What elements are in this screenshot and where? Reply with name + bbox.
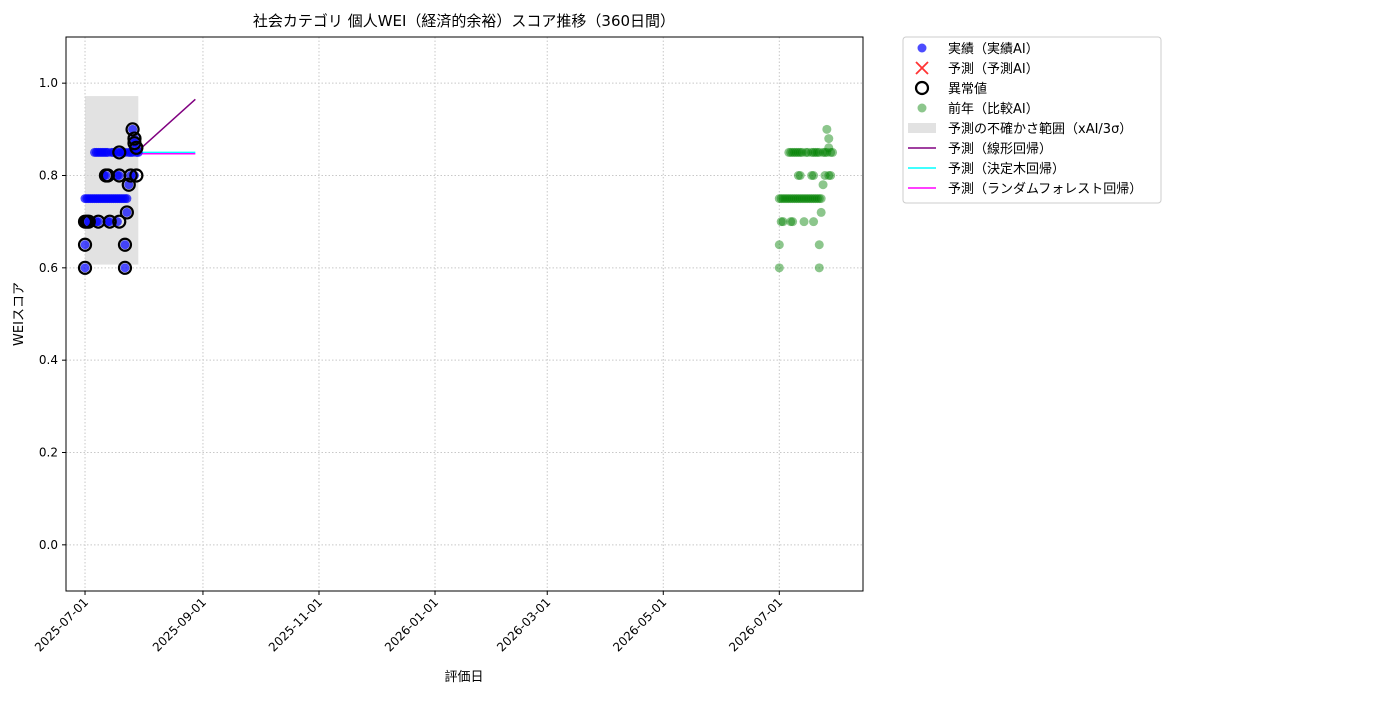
- legend-marker: [917, 103, 927, 113]
- data-point: [809, 217, 819, 227]
- chart-figure: 社会カテゴリ 個人WEI（経済的余裕）スコア推移（360日間） 2025-07-…: [0, 0, 1400, 700]
- chart-title: 社会カテゴリ 個人WEI（経済的余裕）スコア推移（360日間）: [253, 12, 675, 30]
- x-axis-title: 評価日: [444, 670, 483, 685]
- data-point: [795, 171, 805, 180]
- legend-marker: [917, 43, 927, 53]
- data-point: [774, 263, 784, 273]
- data-point: [80, 240, 90, 250]
- data-point: [826, 171, 836, 180]
- y-tick-label: 1.0: [39, 76, 58, 90]
- legend-label: 予測（ランダムフォレスト回帰）: [948, 181, 1142, 197]
- data-point: [824, 143, 834, 153]
- legend-marker: [908, 123, 936, 133]
- data-point: [122, 194, 132, 204]
- legend-label: 実績（実績AI）: [948, 41, 1039, 57]
- chart-svg: 社会カテゴリ 個人WEI（経済的余裕）スコア推移（360日間） 2025-07-…: [0, 0, 1400, 700]
- legend: 実績（実績AI） 予測（予測AI） 異常値前年（比較AI） 予測の不確かさ範囲（xAI…: [902, 36, 1162, 204]
- data-point: [774, 240, 784, 250]
- legend-label: 前年（比較AI）: [948, 101, 1039, 117]
- y-tick-label: 0.8: [39, 169, 58, 183]
- data-point: [818, 180, 828, 190]
- data-point: [816, 194, 826, 204]
- data-point: [816, 207, 826, 217]
- y-tick-label: 0.2: [39, 446, 58, 460]
- data-point: [809, 171, 819, 180]
- data-point: [822, 124, 832, 134]
- legend-label: 予測（決定木回帰）: [948, 161, 1065, 177]
- y-tick-label: 0.0: [39, 538, 58, 552]
- data-point: [122, 207, 132, 217]
- data-point: [120, 263, 130, 273]
- data-point: [788, 217, 798, 227]
- legend-label: 予測（予測AI）: [948, 62, 1039, 77]
- legend-label: 異常値: [948, 81, 987, 97]
- data-point: [814, 240, 824, 250]
- data-point: [114, 171, 124, 180]
- data-point: [120, 240, 130, 250]
- y-tick-label: 0.6: [39, 261, 58, 275]
- data-point: [814, 263, 824, 273]
- data-point: [799, 217, 809, 227]
- figure-background: [0, 0, 1400, 700]
- y-axis-title: WEIスコア: [12, 282, 27, 346]
- legend-label: 予測の不確かさ範囲（xAI/3σ）: [948, 121, 1132, 137]
- data-point: [80, 263, 90, 273]
- legend-label: 予測（線形回帰）: [948, 141, 1052, 157]
- data-point: [824, 134, 834, 144]
- y-tick-label: 0.4: [39, 353, 58, 367]
